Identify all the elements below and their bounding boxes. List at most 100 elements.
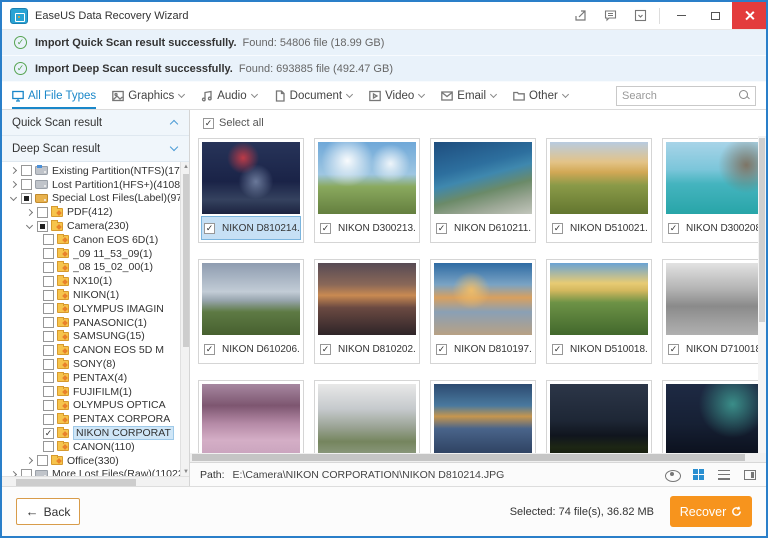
search-box[interactable] bbox=[616, 86, 756, 106]
photo-thumbnail[interactable] bbox=[434, 263, 532, 335]
file-card[interactable]: NIKON D810214... bbox=[198, 138, 304, 243]
file-card[interactable]: NIKON D610206... bbox=[198, 259, 304, 364]
checkbox[interactable] bbox=[43, 386, 54, 397]
checkbox[interactable] bbox=[21, 165, 32, 176]
recover-button[interactable]: Recover bbox=[670, 496, 752, 527]
photo-thumbnail[interactable] bbox=[550, 142, 648, 214]
file-card[interactable]: NIKON D510018... bbox=[546, 259, 652, 364]
file-card[interactable]: NIKON D710018... bbox=[662, 259, 766, 364]
maximize-button[interactable] bbox=[698, 2, 732, 29]
checkbox-indeterminate[interactable] bbox=[37, 221, 48, 232]
checkbox[interactable] bbox=[21, 179, 32, 190]
checkbox[interactable] bbox=[43, 345, 54, 356]
detail-view-icon[interactable] bbox=[744, 470, 756, 480]
tree-item[interactable]: CANON EOS 5D M bbox=[2, 343, 189, 357]
tab-document[interactable]: Document bbox=[274, 82, 353, 109]
checkbox[interactable] bbox=[43, 317, 54, 328]
checkbox[interactable] bbox=[21, 469, 32, 476]
chevron-down-icon[interactable] bbox=[8, 193, 20, 203]
tree-item[interactable]: PDF(412) bbox=[2, 205, 189, 219]
tree-item-selected[interactable]: NIKON CORPORAT bbox=[2, 426, 189, 440]
tab-all-file-types[interactable]: All File Types bbox=[12, 82, 96, 109]
chevron-down-icon[interactable] bbox=[24, 221, 36, 231]
feedback-icon[interactable] bbox=[595, 2, 625, 29]
checkbox[interactable] bbox=[43, 262, 54, 273]
photo-thumbnail[interactable] bbox=[666, 384, 764, 453]
chevron-right-icon[interactable] bbox=[24, 456, 36, 466]
file-checkbox-checked[interactable] bbox=[552, 223, 563, 234]
file-card[interactable]: NIKON D610211... bbox=[430, 138, 536, 243]
checkbox-indeterminate[interactable] bbox=[21, 193, 32, 204]
tree-item[interactable]: Special Lost Files(Label)(972) bbox=[2, 192, 189, 206]
search-input[interactable] bbox=[622, 90, 739, 102]
file-card[interactable] bbox=[198, 380, 304, 453]
photo-thumbnail[interactable] bbox=[318, 263, 416, 335]
checkbox-checked[interactable] bbox=[43, 428, 54, 439]
minimize-button[interactable] bbox=[664, 2, 698, 29]
search-icon[interactable] bbox=[739, 90, 750, 101]
checkbox[interactable] bbox=[43, 276, 54, 287]
tab-video[interactable]: Video bbox=[369, 82, 425, 109]
tree-item[interactable]: Office(330) bbox=[2, 454, 189, 468]
photo-thumbnail[interactable] bbox=[550, 384, 648, 453]
file-checkbox-checked[interactable] bbox=[204, 344, 215, 355]
share-icon[interactable] bbox=[565, 2, 595, 29]
checkbox[interactable] bbox=[43, 234, 54, 245]
chevron-right-icon[interactable] bbox=[8, 166, 20, 176]
quick-scan-section-header[interactable]: Quick Scan result bbox=[2, 110, 189, 136]
photo-thumbnail[interactable] bbox=[434, 142, 532, 214]
file-card[interactable]: NIKON D300213... bbox=[314, 138, 420, 243]
tree-item[interactable]: Canon EOS 6D(1) bbox=[2, 233, 189, 247]
checkbox[interactable] bbox=[43, 414, 54, 425]
chevron-right-icon[interactable] bbox=[8, 180, 20, 190]
grid-horizontal-scrollbar[interactable] bbox=[190, 453, 766, 462]
tab-audio[interactable]: Audio bbox=[201, 82, 257, 109]
file-checkbox-checked[interactable] bbox=[320, 344, 331, 355]
tree-item[interactable]: FUJIFILM(1) bbox=[2, 385, 189, 399]
file-card[interactable] bbox=[662, 380, 766, 453]
tree-item[interactable]: Existing Partition(NTFS)(1718 bbox=[2, 164, 189, 178]
checkbox[interactable] bbox=[43, 400, 54, 411]
tree-item[interactable]: SAMSUNG(15) bbox=[2, 330, 189, 344]
file-card[interactable]: NIKON D510021... bbox=[546, 138, 652, 243]
close-button[interactable] bbox=[732, 2, 766, 29]
tree-item[interactable]: SONY(8) bbox=[2, 357, 189, 371]
tab-graphics[interactable]: Graphics bbox=[112, 82, 185, 109]
menu-dropdown-icon[interactable] bbox=[625, 2, 655, 29]
checkbox[interactable] bbox=[37, 207, 48, 218]
tree-item[interactable]: _08 15_02_00(1) bbox=[2, 261, 189, 275]
tree-vertical-scrollbar[interactable]: ▲▼ bbox=[180, 162, 189, 476]
grid-vertical-scrollbar[interactable] bbox=[758, 136, 766, 453]
tree-item[interactable]: NX10(1) bbox=[2, 274, 189, 288]
tree-item[interactable]: Lost Partition1(HFS+)(41084 bbox=[2, 178, 189, 192]
tree-item[interactable]: Camera(230) bbox=[2, 219, 189, 233]
file-card[interactable] bbox=[314, 380, 420, 453]
checkbox[interactable] bbox=[43, 331, 54, 342]
file-card[interactable] bbox=[430, 380, 536, 453]
list-view-icon[interactable] bbox=[718, 470, 730, 480]
photo-thumbnail[interactable] bbox=[434, 384, 532, 453]
tab-email[interactable]: Email bbox=[441, 82, 497, 109]
tree-item[interactable]: PENTAX(4) bbox=[2, 371, 189, 385]
tree-item[interactable]: NIKON(1) bbox=[2, 288, 189, 302]
tab-other[interactable]: Other bbox=[513, 82, 569, 109]
photo-thumbnail[interactable] bbox=[202, 263, 300, 335]
file-checkbox-checked[interactable] bbox=[436, 223, 447, 234]
photo-thumbnail[interactable] bbox=[666, 263, 764, 335]
checkbox[interactable] bbox=[43, 303, 54, 314]
file-checkbox-checked[interactable] bbox=[668, 223, 679, 234]
checkbox[interactable] bbox=[43, 372, 54, 383]
checkbox[interactable] bbox=[43, 290, 54, 301]
file-checkbox-checked[interactable] bbox=[436, 344, 447, 355]
back-button[interactable]: ← Back bbox=[16, 498, 80, 525]
photo-thumbnail[interactable] bbox=[318, 142, 416, 214]
file-checkbox-checked[interactable] bbox=[668, 344, 679, 355]
tree-item[interactable]: More Lost Files(Raw)(110223 bbox=[2, 468, 189, 476]
tree-item[interactable]: _09 11_53_09(1) bbox=[2, 247, 189, 261]
file-card[interactable]: NIKON D300208... bbox=[662, 138, 766, 243]
checkbox[interactable] bbox=[37, 455, 48, 466]
tree-item[interactable]: OLYMPUS OPTICA bbox=[2, 399, 189, 413]
file-card[interactable] bbox=[546, 380, 652, 453]
chevron-right-icon[interactable] bbox=[24, 207, 36, 217]
preview-eye-icon[interactable] bbox=[665, 470, 679, 480]
